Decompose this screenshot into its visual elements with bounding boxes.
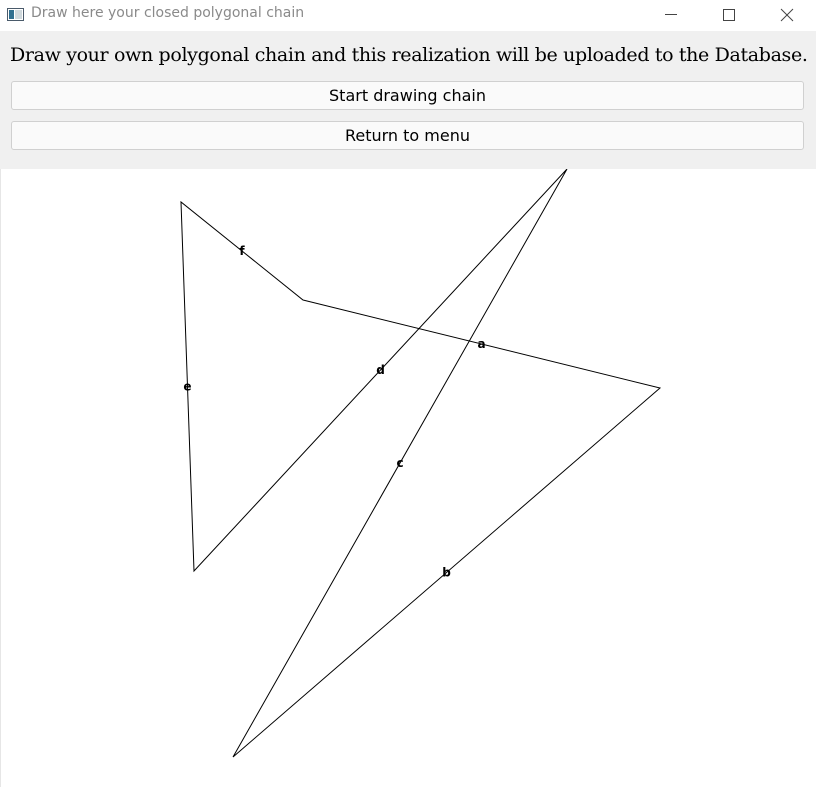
edge-label-f: f	[239, 244, 245, 258]
edge-label-b: b	[442, 566, 451, 580]
instruction-text: Draw your own polygonal chain and this r…	[10, 44, 808, 66]
start-drawing-button[interactable]: Start drawing chain	[11, 81, 804, 110]
window-title: Draw here your closed polygonal chain	[31, 5, 305, 21]
control-panel: Draw your own polygonal chain and this r…	[0, 31, 816, 169]
drawing-canvas[interactable]: a b c d e f	[0, 169, 816, 787]
title-bar[interactable]: Draw here your closed polygonal chain	[0, 0, 816, 31]
edge-label-a: a	[477, 337, 485, 351]
close-button[interactable]	[758, 0, 816, 31]
polygonal-chain: a b c d e f	[180, 169, 662, 758]
maximize-icon	[723, 9, 735, 21]
return-to-menu-button[interactable]: Return to menu	[11, 121, 804, 150]
edge-label-c: c	[396, 456, 403, 470]
edge-label-e: e	[183, 380, 191, 394]
maximize-button[interactable]	[700, 0, 758, 31]
app-window-icon	[7, 8, 24, 21]
drawing-window: Draw here your closed polygonal chain Dr…	[0, 0, 816, 787]
edge-label-d: d	[376, 363, 385, 377]
chain-outline	[180, 169, 662, 758]
close-icon	[780, 8, 794, 22]
minimize-icon	[665, 14, 677, 15]
minimize-button[interactable]	[642, 0, 700, 31]
